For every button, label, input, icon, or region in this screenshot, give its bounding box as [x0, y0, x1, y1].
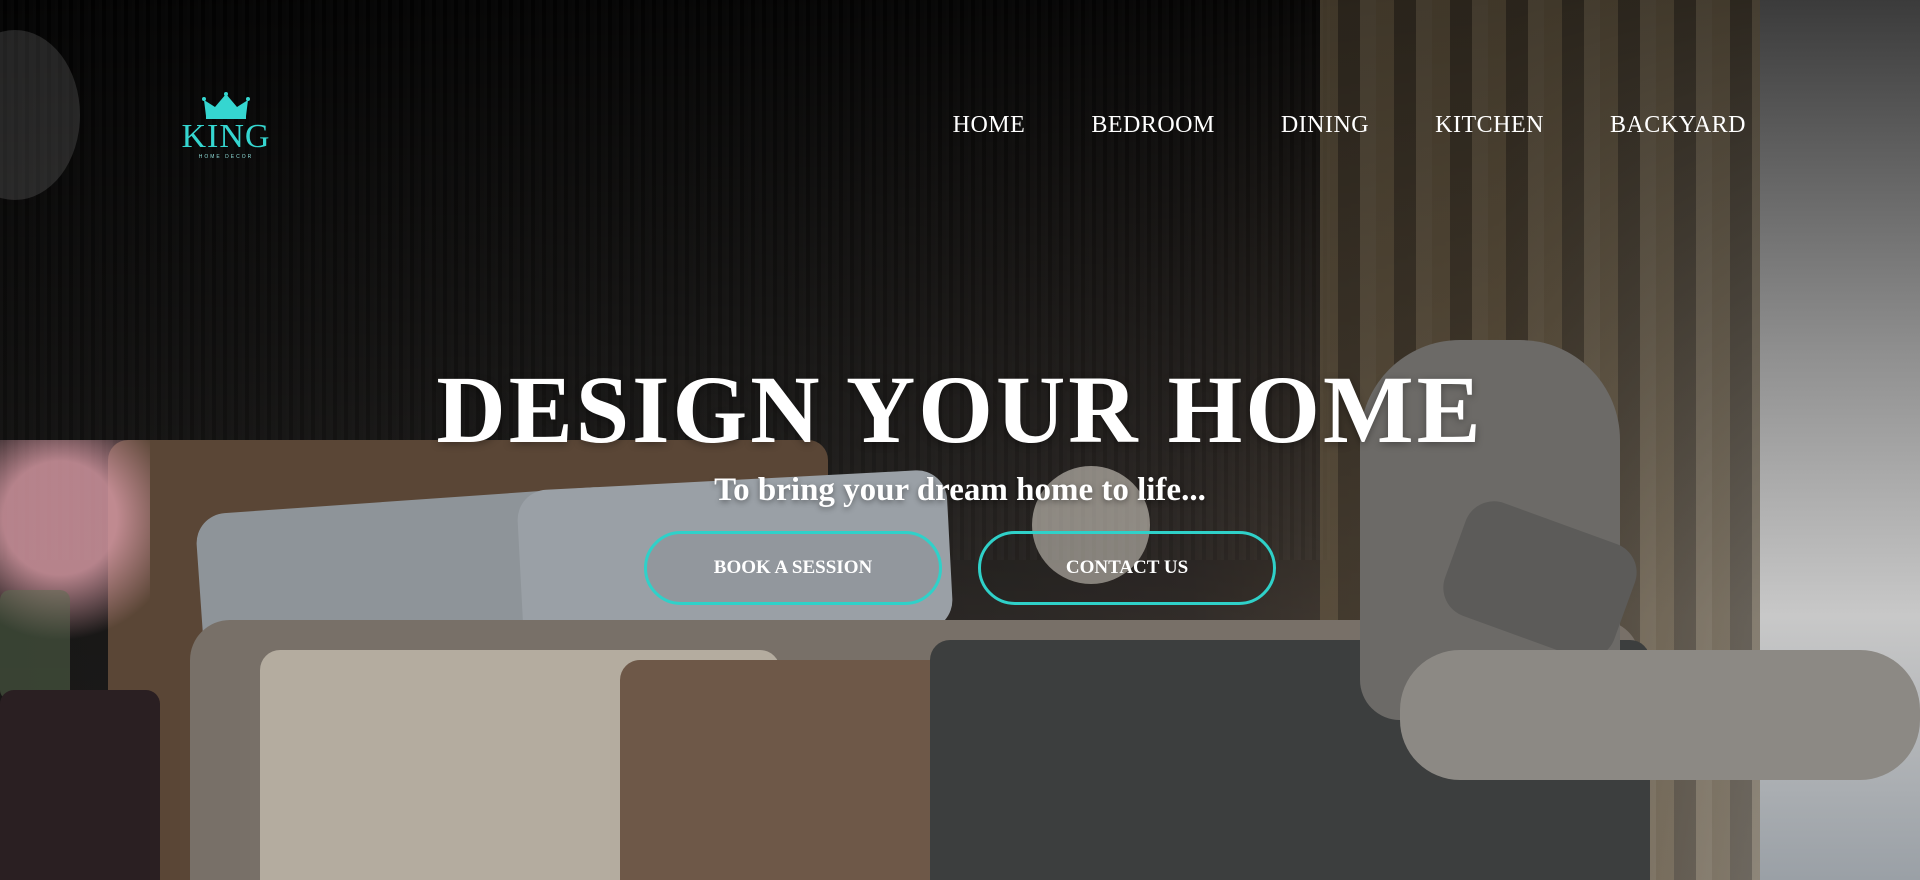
site-logo[interactable]: KING HOME DECOR — [176, 92, 276, 172]
nav-item-kitchen[interactable]: KITCHEN — [1435, 112, 1544, 139]
hero-content: DESIGN YOUR HOME To bring your dream hom… — [0, 360, 1920, 605]
nav-item-dining[interactable]: DINING — [1281, 112, 1369, 139]
nav-item-bedroom[interactable]: BEDROOM — [1091, 112, 1215, 139]
contact-us-button[interactable]: CONTACT US — [978, 531, 1276, 605]
nav-item-home[interactable]: HOME — [953, 112, 1026, 139]
flower-vase — [0, 590, 70, 700]
hero-buttons: BOOK A SESSION CONTACT US — [0, 531, 1920, 605]
nav-item-backyard[interactable]: BACKYARD — [1610, 112, 1746, 139]
book-session-button[interactable]: BOOK A SESSION — [644, 531, 942, 605]
crown-icon — [202, 92, 250, 119]
logo-brand-name: KING — [181, 118, 271, 155]
hero-headline: DESIGN YOUR HOME — [436, 356, 1484, 463]
hero-subline: To bring your dream home to life... — [714, 472, 1206, 508]
side-table — [0, 690, 160, 880]
hero-section: KING HOME DECOR HOME BEDROOM DINING KITC… — [0, 0, 1920, 880]
main-navigation: HOME BEDROOM DINING KITCHEN BACKYARD — [953, 112, 1746, 139]
armchair-seat — [1400, 650, 1920, 780]
